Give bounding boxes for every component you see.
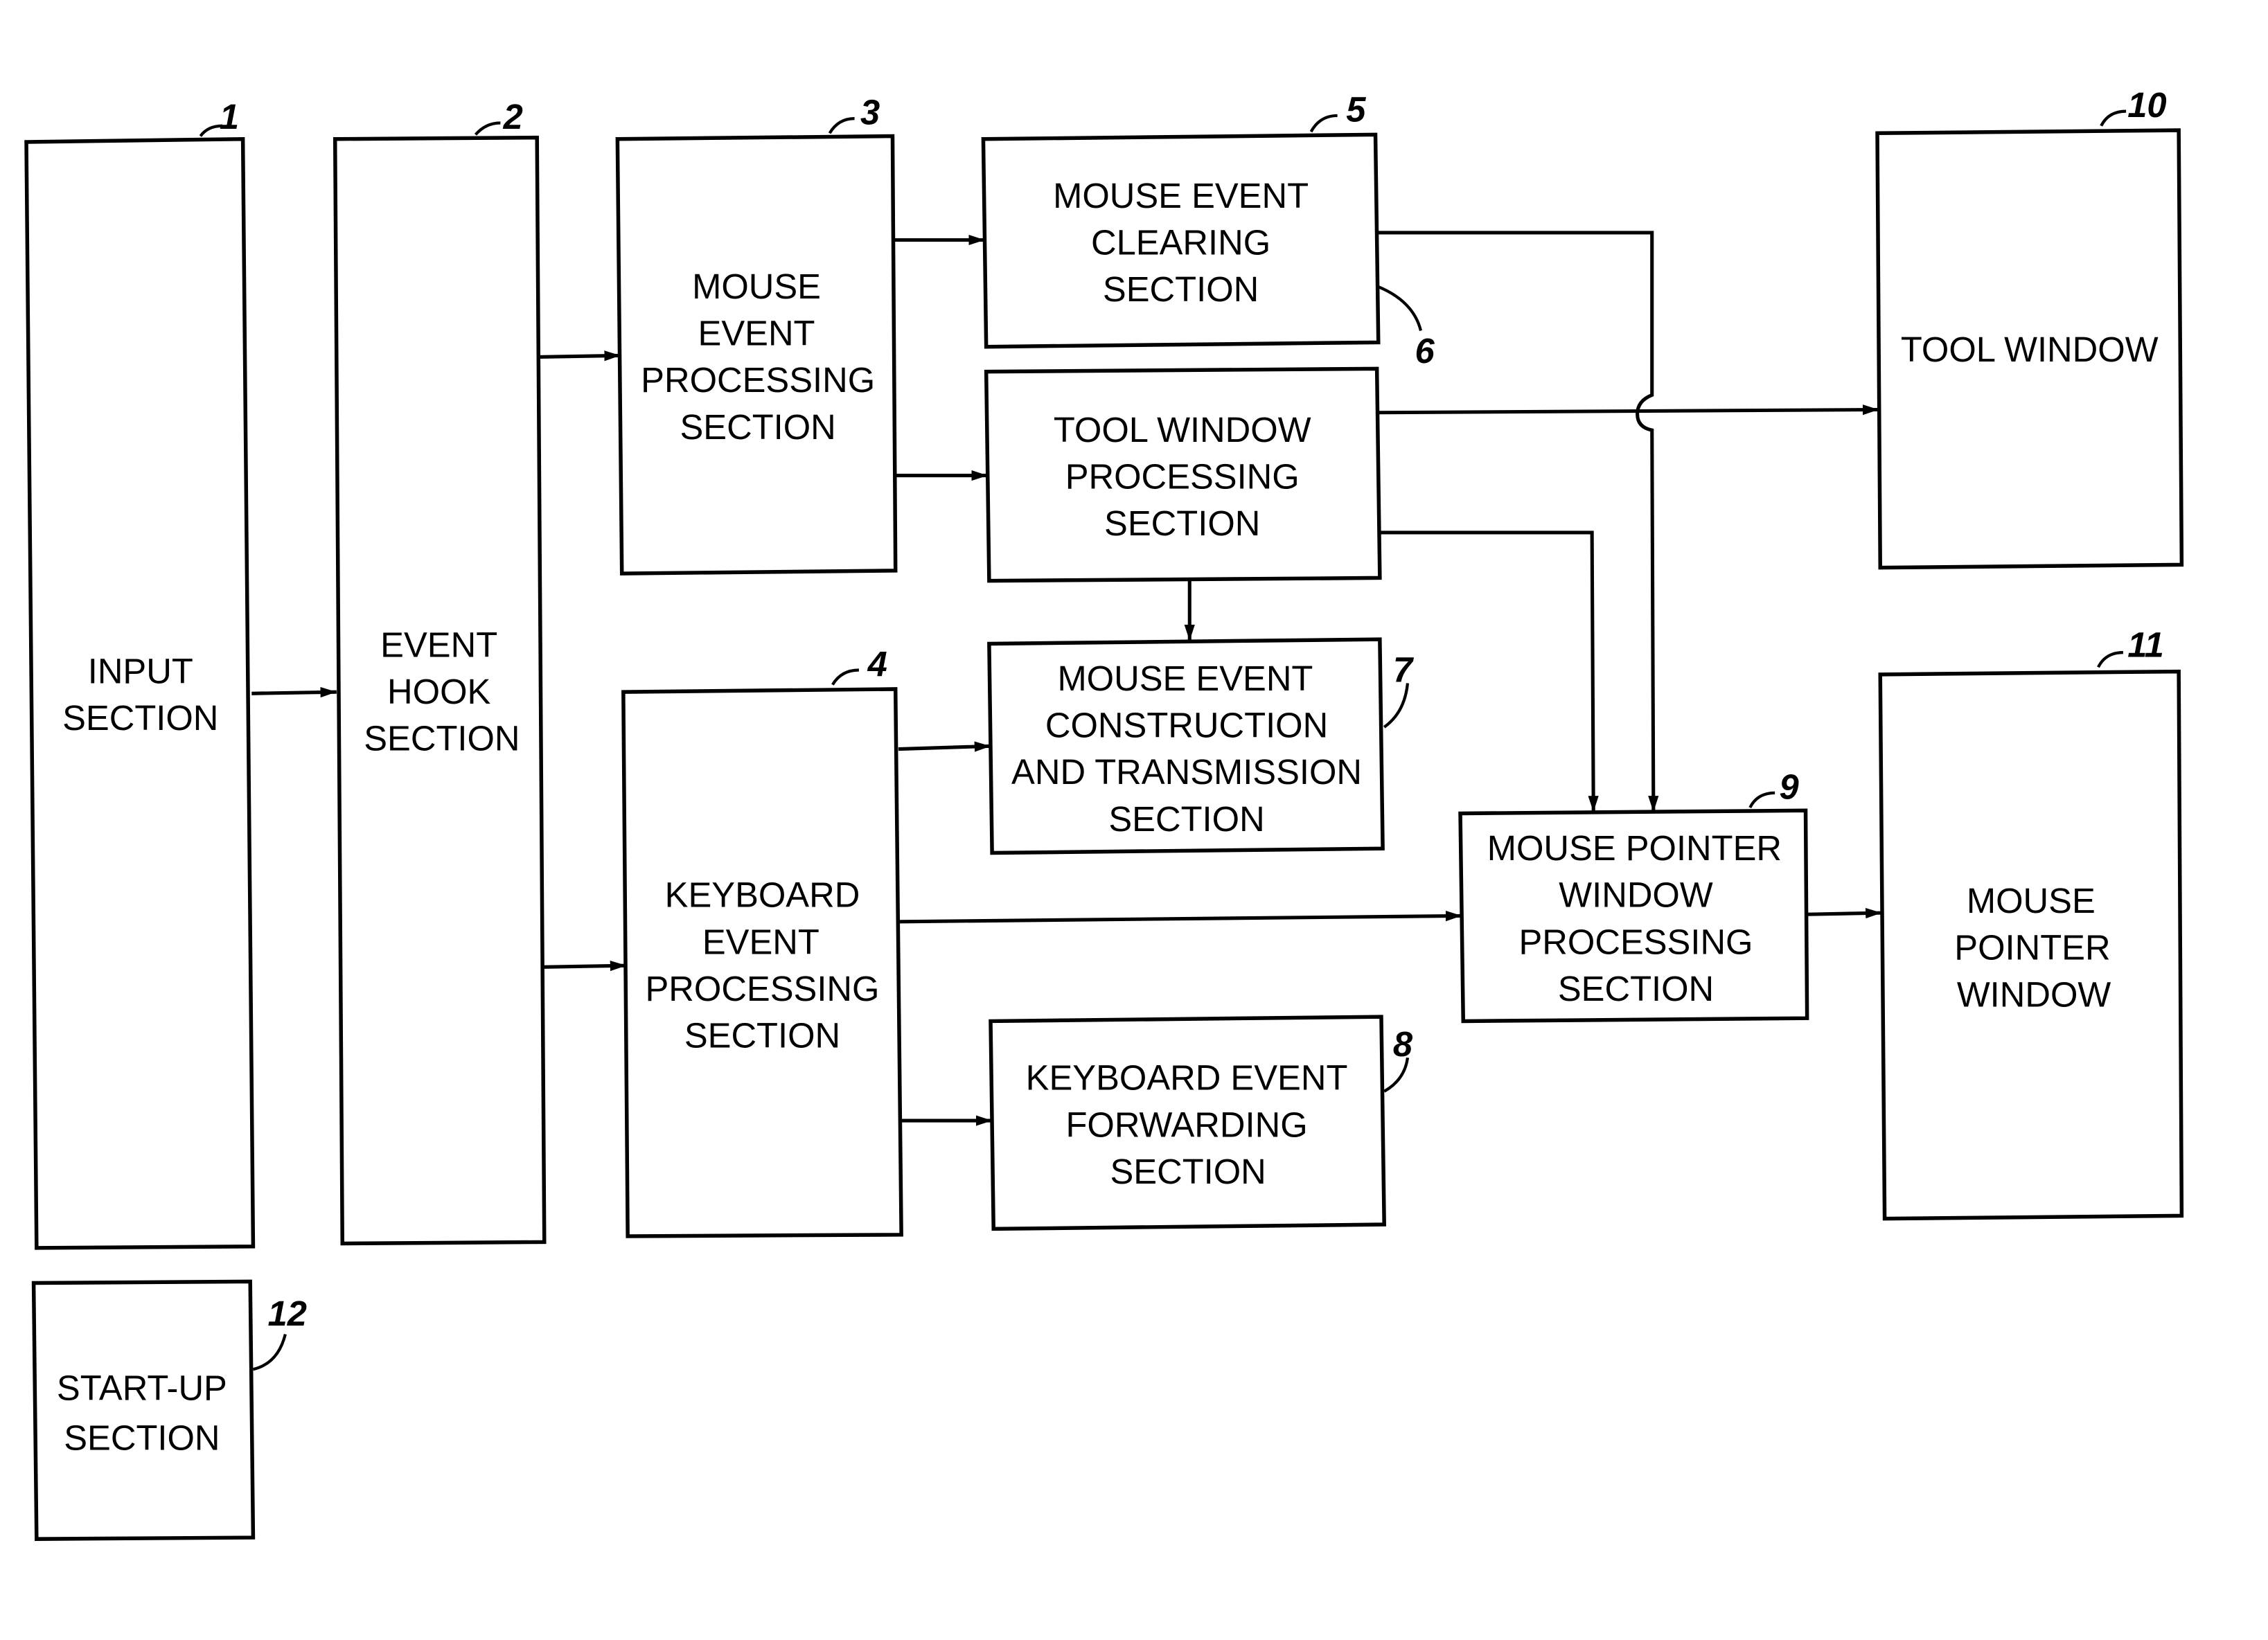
svg-text:TOOL WINDOW: TOOL WINDOW: [1901, 330, 2159, 369]
tool-window-line-1: TOOL WINDOW: [1901, 330, 2159, 369]
mouse-event-processing-line-2: EVENT: [698, 314, 815, 353]
tool-window-processing-block: TOOL WINDOW PROCESSING SECTION: [984, 366, 1382, 583]
keyboard-event-forwarding-line-1: KEYBOARD EVENT: [1026, 1058, 1348, 1098]
ref-label-2: 2: [503, 97, 523, 136]
mouse-pointer-window-line-1: MOUSE: [1967, 881, 2096, 920]
keyboard-event-processing-line-4: SECTION: [684, 1015, 840, 1055]
tool-window-processing-line-2: PROCESSING: [1065, 457, 1300, 497]
mouse-event-construction-block: MOUSE EVENT CONSTRUCTION AND TRANSMISSION S…: [987, 637, 1415, 855]
arrow-mouse-pointer-window-processing-to-mouse-pointer-window: [1807, 907, 1882, 919]
svg-text:MOUSEPOINTERWINDOW: MOUSE POINTER WINDOW: [1954, 881, 2111, 1014]
mouse-pointer-window-processing-line-1: MOUSE POINTER: [1487, 828, 1782, 868]
mouse-event-construction-line-3: AND TRANSMISSION: [1011, 752, 1362, 792]
input-section-line-1: INPUT: [88, 652, 193, 691]
ref-label-4: 4: [867, 644, 887, 684]
start-up-line-2: SECTION: [64, 1418, 220, 1457]
input-section-line-2: SECTION: [62, 698, 218, 738]
ref-label-11: 11: [2127, 625, 2164, 664]
mouse-event-processing-line-1: MOUSE: [692, 267, 821, 306]
start-up-line-1: START-UP: [57, 1369, 227, 1408]
mouse-pointer-window-line-3: WINDOW: [1957, 974, 2111, 1014]
tool-window-block: TOOL WINDOW 10: [1875, 85, 2184, 570]
mouse-event-processing-line-3: PROCESSING: [641, 360, 875, 400]
mouse-event-processing-line-4: SECTION: [680, 407, 835, 447]
start-up-section-block: START-UP SECTION 12: [31, 1279, 307, 1541]
keyboard-event-forwarding-line-3: SECTION: [1110, 1152, 1266, 1191]
mouse-pointer-window-processing-line-2: WINDOW: [1559, 875, 1713, 915]
ref-label-1: 1: [220, 97, 239, 136]
ref-label-10: 10: [2127, 85, 2166, 125]
ref-label-3: 3: [860, 93, 880, 132]
mouse-event-clearing-block: MOUSE EVENT CLEARING SECTION 5 6: [981, 89, 1435, 371]
event-hook-line-3: SECTION: [364, 719, 520, 758]
mouse-pointer-window-block: MOUSE POINTER WINDOW 11: [1878, 625, 2184, 1221]
arrow-event-hook-to-keyboard-event-processing: [542, 960, 627, 972]
mouse-event-construction-line-2: CONSTRUCTION: [1045, 706, 1328, 745]
mouse-pointer-window-processing-line-4: SECTION: [1558, 969, 1714, 1008]
ref-label-12: 12: [268, 1294, 307, 1333]
tool-window-processing-line-3: SECTION: [1104, 503, 1260, 543]
block-diagram: INPUT SECTION 1 EVENT HOOK SECTION 2 MOUSE E…: [24, 85, 2184, 1541]
keyboard-event-forwarding-block: KEYBOARD EVENT FORWARDING SECTION 8: [989, 1015, 1413, 1231]
mouse-event-clearing-line-3: SECTION: [1103, 269, 1259, 309]
arrow-keyboard-to-mouse-pointer-window-processing: [900, 910, 1462, 924]
ref-label-5: 5: [1346, 89, 1366, 129]
keyboard-event-processing-block: KEYBOARD EVENT PROCESSING SECTION 4: [621, 644, 903, 1238]
mouse-pointer-window-processing-block: MOUSE POINTER WINDOW PROCESSING SECTION 9: [1458, 767, 1809, 1024]
arrow-tool-window-processing-to-tool-window: [1378, 404, 1879, 416]
ref-label-6: 6: [1415, 331, 1435, 371]
ref-label-8: 8: [1393, 1024, 1413, 1064]
mouse-event-construction-line-1: MOUSE EVENT: [1057, 659, 1313, 698]
input-section-block: INPUT SECTION 1: [24, 97, 256, 1250]
keyboard-event-processing-line-3: PROCESSING: [645, 969, 879, 1008]
keyboard-event-forwarding-line-2: FORWARDING: [1065, 1105, 1307, 1144]
mouse-event-clearing-line-1: MOUSE EVENT: [1053, 176, 1309, 215]
event-hook-section-block: EVENT HOOK SECTION 2: [333, 97, 547, 1246]
keyboard-event-processing-line-1: KEYBOARD: [665, 875, 860, 915]
mouse-event-clearing-line-2: CLEARING: [1091, 223, 1270, 262]
mouse-event-construction-line-4: SECTION: [1108, 799, 1264, 839]
keyboard-event-processing-line-2: EVENT: [702, 922, 820, 961]
arrow-keyboard-to-construction: [898, 741, 991, 752]
arrow-event-hook-to-mouse-event-processing: [538, 350, 621, 362]
mouse-event-processing-block: MOUSE EVENT PROCESSING SECTION 3: [615, 93, 898, 576]
event-hook-line-2: HOOK: [387, 672, 490, 711]
ref-6-leader: [1377, 285, 1423, 331]
ref-label-7: 7: [1393, 650, 1415, 689]
mouse-pointer-window-processing-line-3: PROCESSING: [1519, 922, 1753, 961]
event-hook-line-1: EVENT: [380, 625, 497, 664]
ref-label-9: 9: [1780, 767, 1799, 806]
mouse-pointer-window-line-2: POINTER: [1954, 928, 2110, 968]
arrow-input-to-event-hook: [251, 686, 337, 698]
tool-window-processing-line-1: TOOL WINDOW: [1054, 410, 1311, 449]
